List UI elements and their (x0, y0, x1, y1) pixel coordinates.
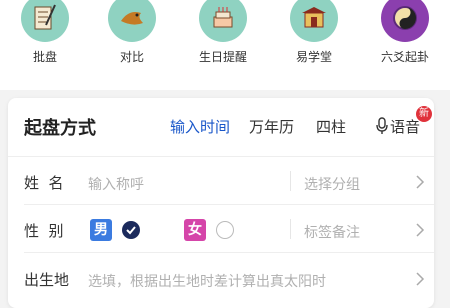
quick-action-birthday[interactable]: 生日提醒 (183, 0, 263, 65)
tab-four-pillars[interactable]: 四柱 (316, 116, 346, 137)
tab-input-time[interactable]: 输入时间 (170, 116, 230, 137)
quick-action-label: 六爻起卦 (380, 50, 429, 64)
chevron-right-icon[interactable] (414, 174, 426, 190)
quick-action-label: 对比 (119, 50, 144, 64)
temple-icon (290, 0, 338, 42)
divider (8, 156, 434, 157)
divider (24, 252, 434, 253)
divider (290, 171, 291, 191)
birthplace-input[interactable]: 选填，根据出生地时差计算出真太阳时 (88, 271, 326, 291)
name-input[interactable]: 输入称呼 (88, 174, 144, 194)
check-icon (126, 226, 136, 235)
male-radio-checked[interactable] (122, 221, 140, 239)
quick-action-academy[interactable]: 易学堂 (274, 0, 354, 65)
quick-action-label: 生日提醒 (198, 50, 247, 64)
microphone-icon[interactable] (376, 117, 388, 135)
gender-label: 性 别 (24, 222, 64, 240)
tag-input[interactable]: 标签备注 (304, 222, 360, 242)
divider (290, 219, 291, 239)
quick-action-bar: 批盘 对比 生日提醒 易学堂 六爻起卦 (0, 0, 450, 90)
quick-action-label: 批盘 (32, 50, 57, 64)
quick-action-compare[interactable]: 对比 (92, 0, 172, 65)
quick-action-liuyao[interactable]: 六爻起卦 (365, 0, 445, 65)
female-radio[interactable] (216, 221, 234, 239)
bagua-icon (381, 0, 429, 42)
female-option[interactable]: 女 (184, 219, 206, 241)
card-title: 起盘方式 (24, 118, 96, 139)
new-badge: 新 (416, 106, 432, 122)
quick-action-pipan[interactable]: 批盘 (5, 0, 85, 65)
scroll-brush-icon (21, 0, 69, 42)
koi-fish-icon (108, 0, 156, 42)
chevron-right-icon[interactable] (414, 271, 426, 287)
divider (24, 204, 434, 205)
male-option[interactable]: 男 (90, 219, 112, 241)
tab-voice[interactable]: 语音 (390, 116, 420, 137)
chevron-right-icon[interactable] (414, 222, 426, 238)
quick-action-label: 易学堂 (295, 50, 332, 64)
group-select[interactable]: 选择分组 (304, 174, 360, 194)
birthplace-label: 出生地 (24, 271, 70, 289)
tab-calendar[interactable]: 万年历 (249, 116, 294, 137)
birthday-cake-icon (199, 0, 247, 42)
chart-input-card: 起盘方式 输入时间 万年历 四柱 语音 新 姓 名 输入称呼 选择分组 性 别 … (8, 98, 434, 308)
name-label: 姓 名 (24, 174, 64, 192)
